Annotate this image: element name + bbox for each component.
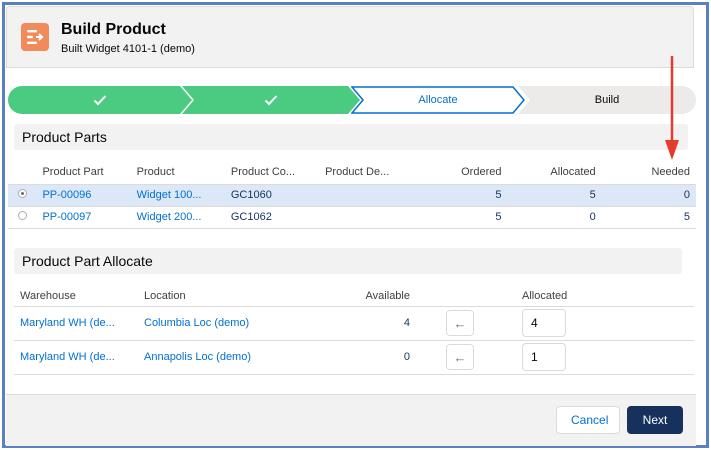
checkmark-icon [264, 95, 278, 106]
product-parts-table: Product Part Product Product Co... Produ… [8, 160, 696, 229]
product-part-allocate-heading: Product Part Allocate [14, 248, 682, 274]
ordered-value: 5 [413, 206, 508, 229]
path-stage-label: Build [594, 94, 620, 106]
checkmark-icon [93, 95, 107, 106]
allocate-arrow-button[interactable]: ← [446, 310, 474, 336]
product-code: GC1062 [224, 206, 320, 229]
path-stage-2[interactable] [182, 86, 360, 114]
location-link[interactable]: Annapolis Loc (demo) [138, 340, 344, 375]
column-header[interactable]: Allocated [507, 160, 602, 185]
table-row: Maryland WH (de... Columbia Loc (demo) 4… [14, 306, 694, 341]
column-header[interactable]: Product Co... [224, 160, 320, 185]
column-header: Available [344, 286, 416, 307]
available-value: 4 [344, 306, 416, 341]
product-link[interactable]: Widget 100... [130, 184, 225, 207]
table-row[interactable]: PP-00096 Widget 100... GC1060 5 5 0 [8, 184, 696, 207]
column-header: Allocated [504, 286, 694, 307]
modal-subtitle: Built Widget 4101-1 (demo) [61, 43, 195, 55]
select-column-header [8, 160, 37, 185]
product-description [319, 206, 414, 229]
transfer-column-header [416, 286, 504, 307]
warehouse-link[interactable]: Maryland WH (de... [14, 340, 138, 375]
product-link[interactable]: Widget 200... [130, 206, 225, 229]
row-select-radio[interactable] [17, 189, 27, 198]
cancel-button[interactable]: Cancel [556, 406, 620, 434]
product-description [319, 184, 414, 207]
build-product-icon [21, 23, 49, 51]
modal-footer: Cancel Next [6, 394, 696, 446]
product-code: GC1060 [224, 184, 320, 207]
ordered-value: 5 [413, 184, 508, 207]
column-header[interactable]: Ordered [413, 160, 508, 185]
column-header[interactable]: Product [130, 160, 225, 185]
allocated-qty-input[interactable] [522, 343, 566, 371]
table-row[interactable]: PP-00097 Widget 200... GC1062 5 0 5 [8, 206, 696, 229]
location-link[interactable]: Columbia Loc (demo) [138, 306, 344, 341]
product-parts-heading: Product Parts [14, 124, 688, 150]
allocated-qty-input[interactable] [522, 309, 566, 337]
progress-path: Allocate Build [8, 86, 696, 114]
next-button[interactable]: Next [627, 406, 683, 434]
product-part-link[interactable]: PP-00097 [36, 206, 131, 229]
annotation-arrow-icon [665, 56, 679, 160]
column-header: Location [138, 286, 344, 307]
needed-value: 0 [601, 184, 696, 207]
modal-header: Build Product Built Widget 4101-1 (demo) [6, 6, 694, 68]
column-header[interactable]: Needed [601, 160, 696, 185]
needed-value: 5 [601, 206, 696, 229]
table-row: Maryland WH (de... Annapolis Loc (demo) … [14, 340, 694, 375]
product-part-link[interactable]: PP-00096 [36, 184, 131, 207]
path-stage-1[interactable] [8, 86, 192, 114]
available-value: 0 [344, 340, 416, 375]
arrow-left-icon: ← [453, 349, 467, 365]
allocate-arrow-button[interactable]: ← [446, 344, 474, 370]
allocate-table: Warehouse Location Available Allocated M… [14, 286, 694, 375]
column-header[interactable]: Product De... [319, 160, 414, 185]
path-stage-allocate[interactable]: Allocate [351, 86, 525, 114]
allocated-value: 5 [507, 184, 602, 207]
path-stage-label: Allocate [418, 94, 458, 106]
allocated-value: 0 [507, 206, 602, 229]
modal-title: Build Product [61, 21, 166, 38]
row-select-radio[interactable] [17, 211, 27, 220]
warehouse-link[interactable]: Maryland WH (de... [14, 306, 138, 341]
column-header: Warehouse [14, 286, 138, 307]
column-header[interactable]: Product Part [36, 160, 131, 185]
arrow-left-icon: ← [453, 315, 467, 331]
